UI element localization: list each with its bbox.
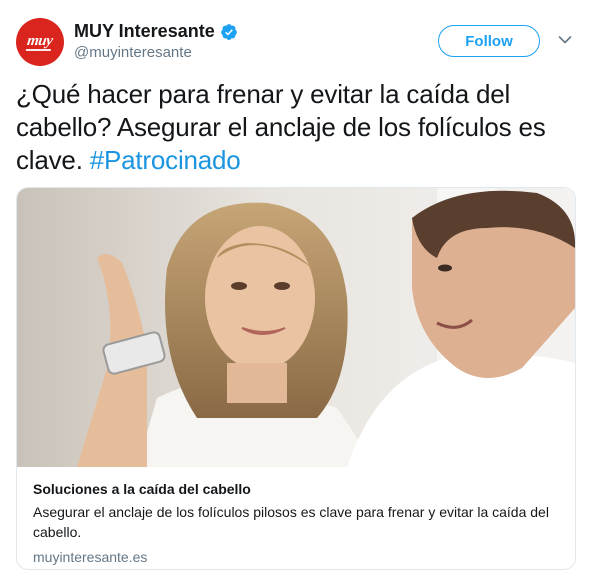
- account-names: MUY Interesante @muyinteresante: [74, 21, 238, 61]
- card-title[interactable]: Soluciones a la caída del cabello: [33, 480, 563, 498]
- link-card[interactable]: Soluciones a la caída del cabello Asegur…: [16, 187, 576, 570]
- account-avatar[interactable]: muy: [16, 18, 64, 66]
- tweet-header: muy MUY Interesante @muyinteresante Foll…: [0, 0, 606, 72]
- display-name[interactable]: MUY Interesante: [74, 21, 215, 42]
- tweet-text: ¿Qué hacer para frenar y evitar la caída…: [16, 78, 590, 177]
- account-handle[interactable]: @muyinteresante: [74, 44, 238, 61]
- follow-button[interactable]: Follow: [438, 25, 540, 57]
- avatar-logo-text: muy: [26, 33, 54, 49]
- card-description: Asegurar el anclaje de los folículos pil…: [33, 504, 549, 540]
- card-image[interactable]: [17, 188, 575, 467]
- card-domain[interactable]: muyinteresante.es: [33, 547, 563, 567]
- chevron-down-icon[interactable]: [558, 35, 572, 45]
- card-body: Soluciones a la caída del cabello Asegur…: [33, 480, 563, 567]
- hashtag-link[interactable]: #Patrocinado: [90, 145, 241, 175]
- display-name-row: MUY Interesante: [74, 21, 238, 42]
- verified-badge-icon: [220, 23, 237, 40]
